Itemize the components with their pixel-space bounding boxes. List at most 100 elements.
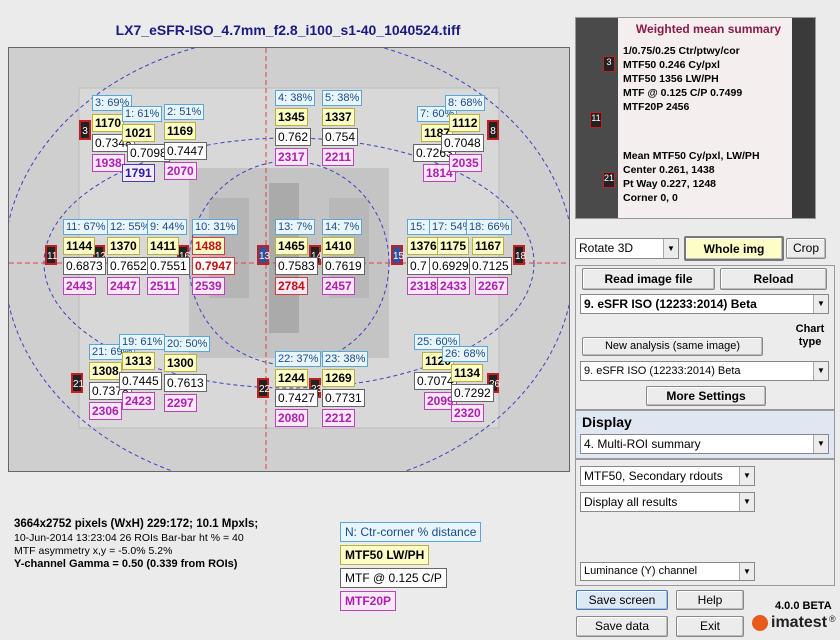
roi-mtf50: 1411 xyxy=(147,237,180,255)
save-screen-button[interactable]: Save screen xyxy=(576,590,668,610)
roi-mtf20: 2035 xyxy=(449,154,482,172)
roi-mtf20: 2267 xyxy=(475,277,508,295)
roi-patch-13: 13 xyxy=(257,245,270,265)
roi-mtf50: 1345 xyxy=(275,108,308,126)
imatest-logo-icon xyxy=(752,615,768,631)
roi-mtf50: 1308 xyxy=(89,362,122,380)
image-info-line: 3664x2752 pixels (WxH) 229:172; 10.1 Mpx… xyxy=(14,518,259,530)
chart-select-value: 9. eSFR ISO (12233:2014) Beta xyxy=(584,365,741,377)
roi-patch-21: 21 xyxy=(71,373,84,393)
thumb-mark-21: 21 xyxy=(603,172,615,188)
roi-mtf50: 1337 xyxy=(322,108,355,126)
roi-mtf-c: 0.762 xyxy=(275,128,312,146)
channel-select-value: Luminance (Y) channel xyxy=(584,565,698,577)
roi-mtf50: 1269 xyxy=(322,369,355,387)
more-settings-button[interactable]: More Settings xyxy=(646,386,766,406)
roi-mtf20: 2306 xyxy=(89,402,122,420)
roi-mtf20: 2212 xyxy=(322,409,355,427)
roi-label: 23: 38% xyxy=(322,351,369,367)
roi-patch-3: 3 xyxy=(79,120,91,140)
roi-mtf50: 1170 xyxy=(92,114,125,132)
summary-line: MTF50 1356 LW/PH xyxy=(623,73,719,85)
thumb-mark-11: 11 xyxy=(590,112,602,128)
roi-mtf50: 1370 xyxy=(107,237,140,255)
roi-mtf20: 2318 xyxy=(407,277,440,295)
summary-line: Center 0.261, 1438 xyxy=(623,164,715,176)
image-info-line: 10-Jun-2014 13:23:04 26 ROIs Bar-bar ht … xyxy=(14,532,244,544)
roi-mtf-c: 0.6929 xyxy=(429,257,472,275)
module-select-value: 9. eSFR ISO (12233:2014) Beta xyxy=(584,297,757,311)
roi-mtf-c: 0.7048 xyxy=(441,134,484,152)
roi-mtf-c: 0.7 xyxy=(407,257,430,275)
thumb-mark-3: 3 xyxy=(603,56,615,72)
roi-label: 13: 7% xyxy=(275,219,316,235)
summary-line: 1/0.75/0.25 Ctr/ptwy/cor xyxy=(623,45,740,57)
roi-patch-11: 11 xyxy=(45,245,57,265)
roi-patch-8: 8 xyxy=(487,120,499,140)
image-info-line: MTF asymmetry x,y = -5.0% 5.2% xyxy=(14,545,173,557)
roi-mtf20: 2211 xyxy=(322,148,355,166)
roi-label: 19: 61% xyxy=(119,334,166,350)
roi-mtf50: 1169 xyxy=(164,122,197,140)
roi-patch-22: 22 xyxy=(257,378,270,398)
chart-image-view[interactable]: 3 8 11 12 13 14 15 16 18 21 22 23 26 3: … xyxy=(8,47,570,472)
summary-line: Pt Way 0.227, 1248 xyxy=(623,178,717,190)
display-select-value: 4. Multi-ROI summary xyxy=(584,437,701,451)
image-info-line: Y-channel Gamma = 0.50 (0.339 from ROIs) xyxy=(14,558,238,570)
summary-line: MTF @ 0.125 C/P 0.7499 xyxy=(623,87,743,99)
roi-mtf-c: 0.7619 xyxy=(322,257,365,275)
roi-label: 14: 7% xyxy=(322,219,363,235)
roi-mtf-c: 0.7613 xyxy=(164,374,207,392)
chevron-down-icon: ▼ xyxy=(739,563,754,580)
roi-mtf-c: 0.7947 xyxy=(192,257,235,275)
roi-mtf-c: 0.7447 xyxy=(164,142,207,160)
summary-line: Corner 0, 0 xyxy=(623,192,678,204)
save-data-button[interactable]: Save data xyxy=(576,616,668,637)
secondary-readout-select[interactable]: MTF50, Secondary rdouts ▼ xyxy=(580,466,755,486)
display-select[interactable]: 4. Multi-ROI summary ▼ xyxy=(580,434,829,454)
roi-patch-15: 15 xyxy=(391,245,404,265)
display-label: Display xyxy=(582,414,632,430)
chart-select[interactable]: 9. eSFR ISO (12233:2014) Beta ▼ xyxy=(580,361,829,381)
roi-mtf20: 1791 xyxy=(122,164,155,182)
thumbnail-strip: 3 11 21 xyxy=(576,18,618,218)
legend-mtf-c: MTF @ 0.125 C/P xyxy=(340,568,447,588)
help-button[interactable]: Help xyxy=(676,590,744,610)
new-analysis-button[interactable]: New analysis (same image) xyxy=(582,337,763,356)
summary-line: MTF50 0.246 Cy/pxl xyxy=(623,59,720,71)
reload-button[interactable]: Reload xyxy=(720,268,827,290)
exit-button[interactable]: Exit xyxy=(676,616,744,637)
roi-mtf50: 1134 xyxy=(451,364,484,382)
legend-label: N: Ctr-corner % distance xyxy=(340,522,482,542)
roi-label: 1: 61% xyxy=(122,106,163,122)
secondary-readout-value: MTF50, Secondary rdouts xyxy=(584,469,723,483)
roi-mtf20: 2423 xyxy=(122,392,155,410)
chevron-down-icon: ▼ xyxy=(813,362,828,380)
read-image-button[interactable]: Read image file xyxy=(582,268,715,290)
roi-mtf20: 1938 xyxy=(92,154,125,172)
roi-mtf50: 1376 xyxy=(407,237,440,255)
crop-button[interactable]: Crop xyxy=(786,238,826,259)
roi-mtf50: 1410 xyxy=(322,237,355,255)
roi-mtf50: 1313 xyxy=(122,352,155,370)
roi-mtf20: 2080 xyxy=(275,409,308,427)
display-results-select[interactable]: Display all results ▼ xyxy=(580,492,755,512)
roi-label: 5: 38% xyxy=(322,90,363,106)
roi-label: 2: 51% xyxy=(164,104,205,120)
roi-mtf-c: 0.754 xyxy=(322,128,359,146)
roi-mtf20: 2539 xyxy=(192,277,225,295)
rotate-select[interactable]: Rotate 3D ▼ xyxy=(575,238,679,259)
display-results-value: Display all results xyxy=(584,495,678,509)
roi-mtf50: 1144 xyxy=(63,237,96,255)
module-select[interactable]: 9. eSFR ISO (12233:2014) Beta ▼ xyxy=(580,294,829,314)
summary-line: MTF20P 2456 xyxy=(623,101,690,113)
chevron-down-icon: ▼ xyxy=(813,295,828,313)
roi-mtf50: 1244 xyxy=(275,369,308,387)
roi-label: 10: 31% xyxy=(192,219,239,235)
channel-select[interactable]: Luminance (Y) channel ▼ xyxy=(580,562,755,581)
summary-line: Mean MTF50 Cy/pxl, LW/PH xyxy=(623,150,760,162)
roi-mtf50: 1167 xyxy=(472,237,505,255)
whole-img-button[interactable]: Whole img xyxy=(684,236,784,261)
roi-mtf20: 2317 xyxy=(275,148,308,166)
roi-label: 18: 66% xyxy=(466,219,513,235)
